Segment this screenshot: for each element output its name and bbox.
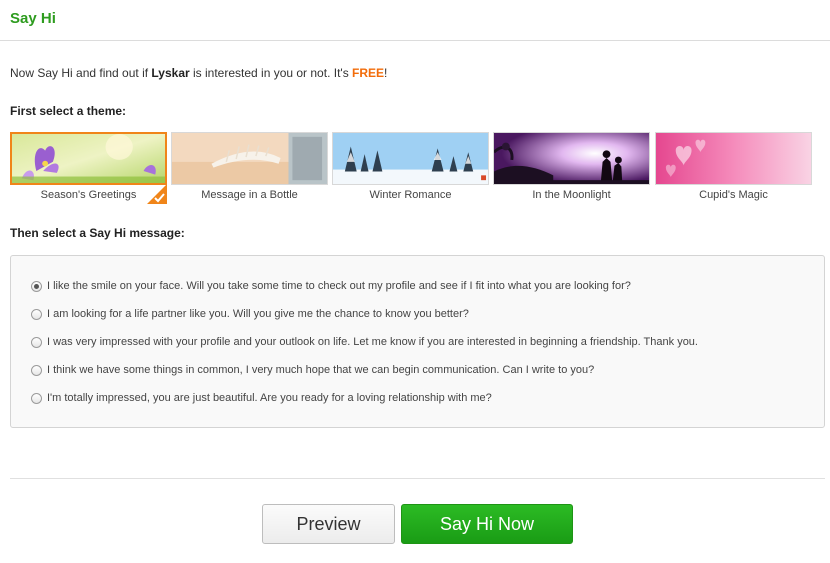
message-option[interactable]: I'm totally impressed, you are just beau… (31, 390, 492, 406)
snowy-trees-image (332, 132, 489, 185)
page-title: Say Hi (10, 10, 56, 27)
seashell-beach-image (171, 132, 328, 185)
message-section-label: Then select a Say Hi message: (10, 226, 185, 240)
message-option-text: I am looking for a life partner like you… (47, 308, 469, 320)
preview-button[interactable]: Preview (262, 504, 395, 544)
theme-in-the-moonlight[interactable]: In the Moonlight (493, 132, 650, 204)
theme-winter-romance[interactable]: Winter Romance (332, 132, 489, 204)
intro-middle: is interested in you or not. It's (189, 66, 353, 80)
flower-spring-image (10, 132, 167, 185)
theme-caption: In the Moonlight (532, 189, 611, 201)
theme-caption: Message in a Bottle (201, 189, 298, 201)
theme-caption: Season's Greetings (40, 189, 137, 201)
message-option-text: I'm totally impressed, you are just beau… (47, 392, 492, 404)
theme-seasons-greetings[interactable]: Season's Greetings (10, 132, 167, 204)
intro-suffix: ! (384, 66, 388, 80)
radio-button-checked[interactable] (31, 280, 42, 292)
message-option[interactable]: I think we have some things in common, I… (31, 362, 594, 378)
theme-caption: Cupid's Magic (699, 189, 768, 201)
message-option-text: I think we have some things in common, I… (47, 364, 595, 376)
say-hi-now-button[interactable]: Say Hi Now (401, 504, 573, 544)
theme-section-label: First select a theme: (10, 104, 127, 118)
free-label: FREE (352, 66, 385, 80)
theme-picker: Season's Greetings Message in a Bottle W… (10, 132, 814, 204)
page-header: Say Hi (0, 0, 830, 41)
theme-caption: Winter Romance (369, 189, 452, 201)
message-option[interactable]: I am looking for a life partner like you… (31, 306, 469, 322)
theme-cupids-magic[interactable]: Cupid's Magic (655, 132, 812, 204)
profile-name: Lyskar (151, 66, 190, 80)
message-option[interactable]: I like the smile on your face. Will you … (31, 278, 631, 294)
radio-button[interactable] (31, 392, 42, 404)
radio-button[interactable] (31, 336, 42, 348)
message-option-text: I like the smile on your face. Will you … (47, 280, 631, 292)
message-option-text: I was very impressed with your profile a… (47, 336, 698, 348)
theme-message-in-a-bottle[interactable]: Message in a Bottle (171, 132, 328, 204)
couple-silhouette-image (493, 132, 650, 185)
radio-button[interactable] (31, 364, 42, 376)
intro-prefix: Now Say Hi and find out if (10, 66, 152, 80)
message-options-box: I like the smile on your face. Will you … (10, 255, 825, 428)
intro-text: Now Say Hi and find out if Lyskar is int… (10, 66, 387, 80)
divider (10, 478, 825, 479)
pink-hearts-image (655, 132, 812, 185)
message-option[interactable]: I was very impressed with your profile a… (31, 334, 698, 350)
radio-button[interactable] (31, 308, 42, 320)
